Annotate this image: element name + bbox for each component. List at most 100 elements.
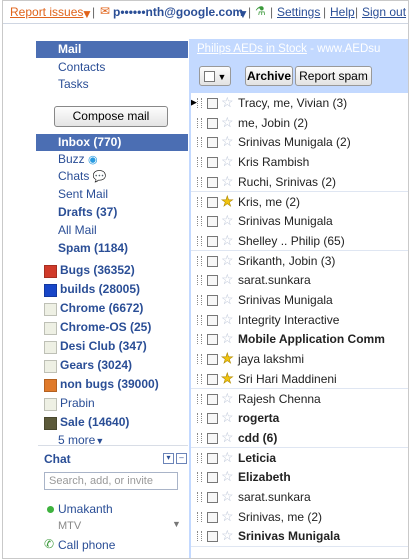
chat-collapse-icon[interactable]: – (176, 453, 187, 464)
message-row[interactable]: ☆ Srinivas Munigala (191, 526, 408, 547)
message-checkbox[interactable] (207, 295, 218, 306)
message-row[interactable]: ☆ Kris Rambish (191, 152, 408, 173)
chat-options-icon[interactable]: ▾ (163, 453, 174, 464)
drag-handle-icon[interactable] (197, 255, 202, 266)
drag-handle-icon[interactable] (197, 472, 202, 483)
report-issues-link[interactable]: Report issues (10, 5, 83, 19)
folder-spam[interactable]: Spam (1184) (58, 240, 128, 257)
drag-handle-icon[interactable] (197, 531, 202, 542)
message-row[interactable]: ☆ Srikanth, Jobin (3) (191, 250, 408, 272)
drag-handle-icon[interactable] (197, 275, 202, 286)
drag-handle-icon[interactable] (197, 117, 202, 128)
message-row[interactable]: ★ jaya lakshmi (191, 349, 408, 370)
folder-inbox[interactable]: Inbox (770) (36, 134, 188, 151)
drag-handle-icon[interactable] (197, 295, 202, 305)
star-icon[interactable]: ☆ (221, 94, 234, 111)
message-row[interactable]: ☆ Srinivas Munigala (191, 211, 408, 232)
star-icon[interactable]: ★ (221, 350, 234, 367)
report-spam-button[interactable]: Report spam (295, 66, 372, 86)
message-row[interactable]: ☆ Leticia (191, 447, 408, 469)
folder-sent[interactable]: Sent Mail (58, 186, 108, 203)
message-row[interactable]: ☆ rogerta (191, 408, 408, 429)
star-icon[interactable]: ☆ (221, 488, 234, 505)
message-row[interactable]: ☆ Srinivas Munigala (191, 290, 408, 311)
settings-link[interactable]: Settings (277, 5, 320, 19)
web-clip-ad[interactable]: Philips AEDs in Stock - www.AEDsu (189, 39, 408, 60)
label-color-swatch[interactable] (44, 417, 57, 430)
label-color-swatch[interactable] (44, 341, 57, 354)
message-checkbox[interactable] (207, 492, 218, 503)
select-all-dropdown[interactable]: ▼ (199, 66, 231, 86)
label-non-bugs[interactable]: non bugs (39000) (60, 376, 159, 393)
star-icon[interactable]: ★ (221, 192, 234, 210)
star-icon[interactable]: ☆ (221, 468, 234, 485)
help-link[interactable]: Help (330, 5, 355, 19)
drag-handle-icon[interactable] (197, 373, 202, 384)
star-icon[interactable]: ☆ (221, 527, 234, 544)
drag-handle-icon[interactable] (197, 314, 202, 325)
star-icon[interactable]: ☆ (221, 330, 234, 347)
message-checkbox[interactable] (207, 216, 218, 228)
label-prabin[interactable]: Prabin (60, 395, 95, 412)
message-checkbox[interactable] (207, 334, 218, 346)
message-checkbox[interactable] (207, 413, 218, 425)
nav-contacts[interactable]: Contacts (58, 59, 105, 76)
star-icon[interactable]: ☆ (221, 212, 234, 229)
drag-handle-icon[interactable] (197, 511, 202, 522)
drag-handle-icon[interactable] (197, 432, 202, 443)
folder-chats[interactable]: Chats 💬 (58, 168, 106, 186)
star-icon[interactable]: ★ (221, 369, 234, 387)
message-checkbox[interactable] (207, 255, 218, 267)
sign-out-link[interactable]: Sign out (362, 5, 406, 19)
chat-header[interactable]: Chat (44, 452, 71, 466)
message-checkbox[interactable] (207, 511, 218, 523)
message-row[interactable]: ☆ Ruchi, Srinivas (2) (191, 171, 408, 193)
account-email[interactable]: p••••••nth@google.com (113, 5, 243, 19)
drag-handle-icon[interactable] (197, 452, 202, 463)
star-icon[interactable]: ☆ (221, 153, 234, 170)
message-row[interactable]: ☆ cdd (6) (191, 427, 408, 449)
label-color-swatch[interactable] (44, 360, 57, 373)
drag-handle-icon[interactable] (197, 413, 202, 424)
message-checkbox[interactable] (207, 196, 218, 208)
drag-handle-icon[interactable] (197, 157, 202, 168)
archive-button[interactable]: Archive (245, 66, 293, 86)
message-row[interactable]: ☆ sarat.sunkara (191, 270, 408, 291)
message-row[interactable]: ★ Sri Hari Maddineni (191, 368, 408, 390)
star-icon[interactable]: ☆ (221, 429, 234, 446)
star-icon[interactable]: ☆ (221, 291, 234, 308)
folder-drafts[interactable]: Drafts (37) (58, 204, 117, 221)
compose-mail-button[interactable]: Compose mail (54, 106, 168, 127)
message-checkbox[interactable] (207, 137, 218, 149)
nav-tasks[interactable]: Tasks (58, 76, 89, 93)
message-row[interactable]: ☆ Rajesh Chenna (191, 388, 408, 409)
label-color-swatch[interactable] (44, 398, 57, 411)
message-row[interactable]: ▶☆Tracy, me, Vivian (3) (191, 93, 408, 114)
nav-mail[interactable]: Mail (36, 41, 188, 58)
message-row[interactable]: ☆ Integrity Interactive (191, 309, 408, 331)
star-icon[interactable]: ☆ (221, 114, 234, 131)
message-checkbox[interactable] (207, 157, 218, 169)
call-phone-link[interactable]: Call phone (58, 537, 115, 554)
message-row[interactable]: ☆ Srinivas Munigala (2) (191, 132, 408, 153)
message-checkbox[interactable] (207, 176, 218, 188)
drag-handle-icon[interactable] (197, 354, 202, 365)
message-checkbox[interactable] (207, 98, 218, 109)
star-icon[interactable]: ☆ (221, 232, 234, 249)
message-row[interactable]: ☆ Srinivas, me (2) (191, 506, 408, 528)
message-checkbox[interactable] (207, 117, 218, 129)
label-sale[interactable]: Sale (14640) (60, 414, 129, 431)
label-chrome[interactable]: Chrome (6672) (60, 300, 143, 317)
star-icon[interactable]: ☆ (221, 508, 234, 525)
message-checkbox[interactable] (207, 373, 218, 385)
message-checkbox[interactable] (207, 275, 218, 287)
message-row[interactable]: ★ Kris, me (2) (191, 191, 408, 212)
drag-handle-icon[interactable] (197, 216, 202, 227)
star-icon[interactable]: ☆ (221, 252, 234, 269)
drag-handle-icon[interactable] (197, 492, 202, 502)
label-color-swatch[interactable] (44, 303, 57, 316)
chat-contact[interactable]: Umakanth (58, 501, 113, 518)
message-checkbox[interactable] (207, 235, 218, 247)
drag-handle-icon[interactable] (197, 98, 202, 108)
drag-handle-icon[interactable] (197, 235, 202, 246)
